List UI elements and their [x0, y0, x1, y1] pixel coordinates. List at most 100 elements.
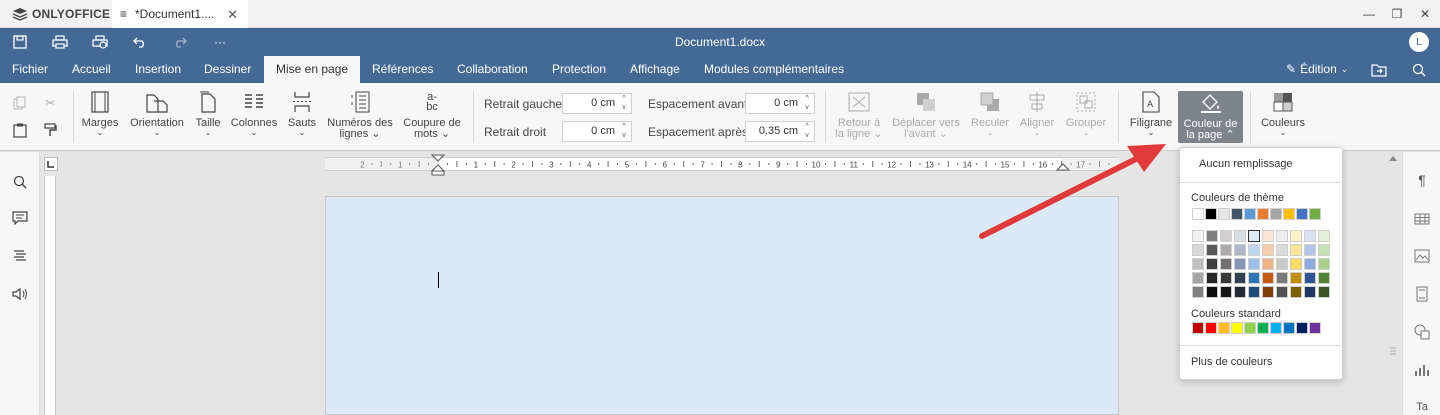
spin-arrows-icon[interactable]: ^ v: [802, 94, 812, 112]
watermark-button[interactable]: A Filigrane ⌄: [1128, 91, 1174, 147]
theme-color-swatch[interactable]: [1244, 208, 1256, 220]
theme-shade-swatch[interactable]: [1318, 258, 1330, 270]
standard-color-swatch[interactable]: [1283, 322, 1295, 334]
spin-arrows-icon[interactable]: ^ v: [619, 94, 629, 112]
theme-shade-swatch[interactable]: [1318, 230, 1330, 242]
right-indent-marker-icon[interactable]: [1056, 161, 1070, 171]
theme-shade-swatch[interactable]: [1276, 286, 1288, 298]
theme-shade-swatch[interactable]: [1318, 244, 1330, 256]
theme-color-swatch[interactable]: [1231, 208, 1243, 220]
theme-color-swatch[interactable]: [1218, 208, 1230, 220]
theme-shade-swatch[interactable]: [1262, 258, 1274, 270]
size-button[interactable]: Taille ⌄: [192, 91, 224, 147]
standard-color-swatch[interactable]: [1218, 322, 1230, 334]
tab-plugins[interactable]: Modules complémentaires: [692, 56, 856, 83]
theme-shade-swatch[interactable]: [1304, 286, 1316, 298]
chart-icon[interactable]: [1412, 360, 1432, 380]
minimize-button[interactable]: —: [1360, 5, 1378, 23]
standard-color-swatch[interactable]: [1257, 322, 1269, 334]
theme-shade-swatch[interactable]: [1220, 230, 1232, 242]
paragraph-mark-icon[interactable]: ¶: [1412, 170, 1432, 190]
page-color-button[interactable]: Couleur de la page ⌃: [1178, 91, 1243, 143]
cut-icon[interactable]: ✂: [40, 93, 60, 113]
theme-shade-swatch[interactable]: [1192, 244, 1204, 256]
theme-shade-swatch[interactable]: [1290, 286, 1302, 298]
indent-right-input[interactable]: 0 cm ^ v: [562, 121, 632, 142]
theme-shade-swatch[interactable]: [1276, 272, 1288, 284]
no-fill-option[interactable]: Aucun remplissage: [1199, 158, 1363, 170]
spin-arrows-icon[interactable]: ^ v: [802, 122, 812, 140]
theme-shade-swatch[interactable]: [1234, 244, 1246, 256]
theme-shade-swatch[interactable]: [1318, 272, 1330, 284]
theme-shade-swatch[interactable]: [1234, 286, 1246, 298]
vertical-scrollbar[interactable]: [1386, 152, 1400, 415]
document-page[interactable]: [325, 196, 1119, 415]
tab-layout[interactable]: Mise en page: [264, 56, 361, 83]
theme-shade-swatch[interactable]: [1248, 258, 1260, 270]
theme-shade-swatch[interactable]: [1276, 258, 1288, 270]
theme-shade-swatch[interactable]: [1262, 272, 1274, 284]
theme-color-swatch[interactable]: [1205, 208, 1217, 220]
copy-icon[interactable]: [10, 93, 30, 113]
standard-color-swatch[interactable]: [1296, 322, 1308, 334]
theme-shade-swatch[interactable]: [1234, 230, 1246, 242]
comments-icon[interactable]: [10, 208, 30, 228]
open-location-icon[interactable]: [1370, 61, 1388, 79]
theme-color-swatch[interactable]: [1296, 208, 1308, 220]
theme-shade-swatch[interactable]: [1248, 244, 1260, 256]
shape-icon[interactable]: [1412, 322, 1432, 342]
restore-button[interactable]: ❐: [1388, 5, 1406, 23]
tab-stop-selector[interactable]: [44, 157, 58, 171]
tab-references[interactable]: Références: [360, 56, 445, 83]
theme-shade-swatch[interactable]: [1304, 272, 1316, 284]
theme-shade-swatch[interactable]: [1234, 258, 1246, 270]
tab-draw[interactable]: Dessiner: [192, 56, 263, 83]
space-after-input[interactable]: 0.35 cm ^ v: [745, 121, 815, 142]
theme-shade-swatch[interactable]: [1206, 244, 1218, 256]
tab-protection[interactable]: Protection: [540, 56, 618, 83]
space-before-input[interactable]: 0 cm ^ v: [745, 93, 815, 114]
theme-color-swatch[interactable]: [1270, 208, 1282, 220]
theme-shade-swatch[interactable]: [1220, 244, 1232, 256]
text-art-icon[interactable]: Ta: [1412, 397, 1432, 415]
vertical-ruler[interactable]: [44, 176, 56, 415]
header-footer-icon[interactable]: [1412, 284, 1432, 304]
columns-button[interactable]: Colonnes ⌄: [229, 91, 279, 147]
theme-shade-swatch[interactable]: [1220, 286, 1232, 298]
tab-home[interactable]: Accueil: [60, 56, 123, 83]
line-numbers-button[interactable]: Numéros des lignes ⌄: [326, 91, 394, 147]
margins-button[interactable]: Marges ⌄: [80, 91, 120, 147]
theme-shade-swatch[interactable]: [1290, 272, 1302, 284]
theme-shade-swatch[interactable]: [1290, 230, 1302, 242]
colors-button[interactable]: Couleurs ⌄: [1258, 91, 1308, 147]
theme-shade-swatch[interactable]: [1192, 272, 1204, 284]
speaker-icon[interactable]: [10, 284, 30, 304]
theme-color-swatch[interactable]: [1283, 208, 1295, 220]
align-button[interactable]: Aligner ⌄: [1017, 91, 1057, 147]
theme-shade-swatch[interactable]: [1248, 272, 1260, 284]
bring-forward-button[interactable]: Déplacer vers l'avant ⌄: [890, 91, 962, 147]
standard-color-swatch[interactable]: [1309, 322, 1321, 334]
theme-shade-swatch[interactable]: [1192, 286, 1204, 298]
theme-shade-swatch[interactable]: [1206, 272, 1218, 284]
spin-arrows-icon[interactable]: ^ v: [619, 122, 629, 140]
tab-view[interactable]: Affichage: [618, 56, 692, 83]
document-tab[interactable]: ≡ *Document1.... ✕: [112, 0, 248, 28]
avatar[interactable]: L: [1409, 32, 1429, 52]
theme-shade-swatch[interactable]: [1290, 258, 1302, 270]
close-window-button[interactable]: ✕: [1416, 5, 1434, 23]
theme-shade-swatch[interactable]: [1220, 272, 1232, 284]
theme-shade-swatch[interactable]: [1206, 286, 1218, 298]
standard-color-swatch[interactable]: [1270, 322, 1282, 334]
wrap-button[interactable]: Retour à la ligne ⌄: [834, 91, 884, 147]
format-painter-icon[interactable]: [40, 120, 60, 140]
indent-left-input[interactable]: 0 cm ^ v: [562, 93, 632, 114]
standard-color-swatch[interactable]: [1192, 322, 1204, 334]
theme-shade-swatch[interactable]: [1304, 244, 1316, 256]
theme-shade-swatch[interactable]: [1234, 272, 1246, 284]
theme-shade-swatch[interactable]: [1262, 286, 1274, 298]
search-icon[interactable]: [1410, 61, 1428, 79]
theme-color-swatch[interactable]: [1257, 208, 1269, 220]
paste-icon[interactable]: [10, 120, 30, 140]
standard-color-swatch[interactable]: [1231, 322, 1243, 334]
